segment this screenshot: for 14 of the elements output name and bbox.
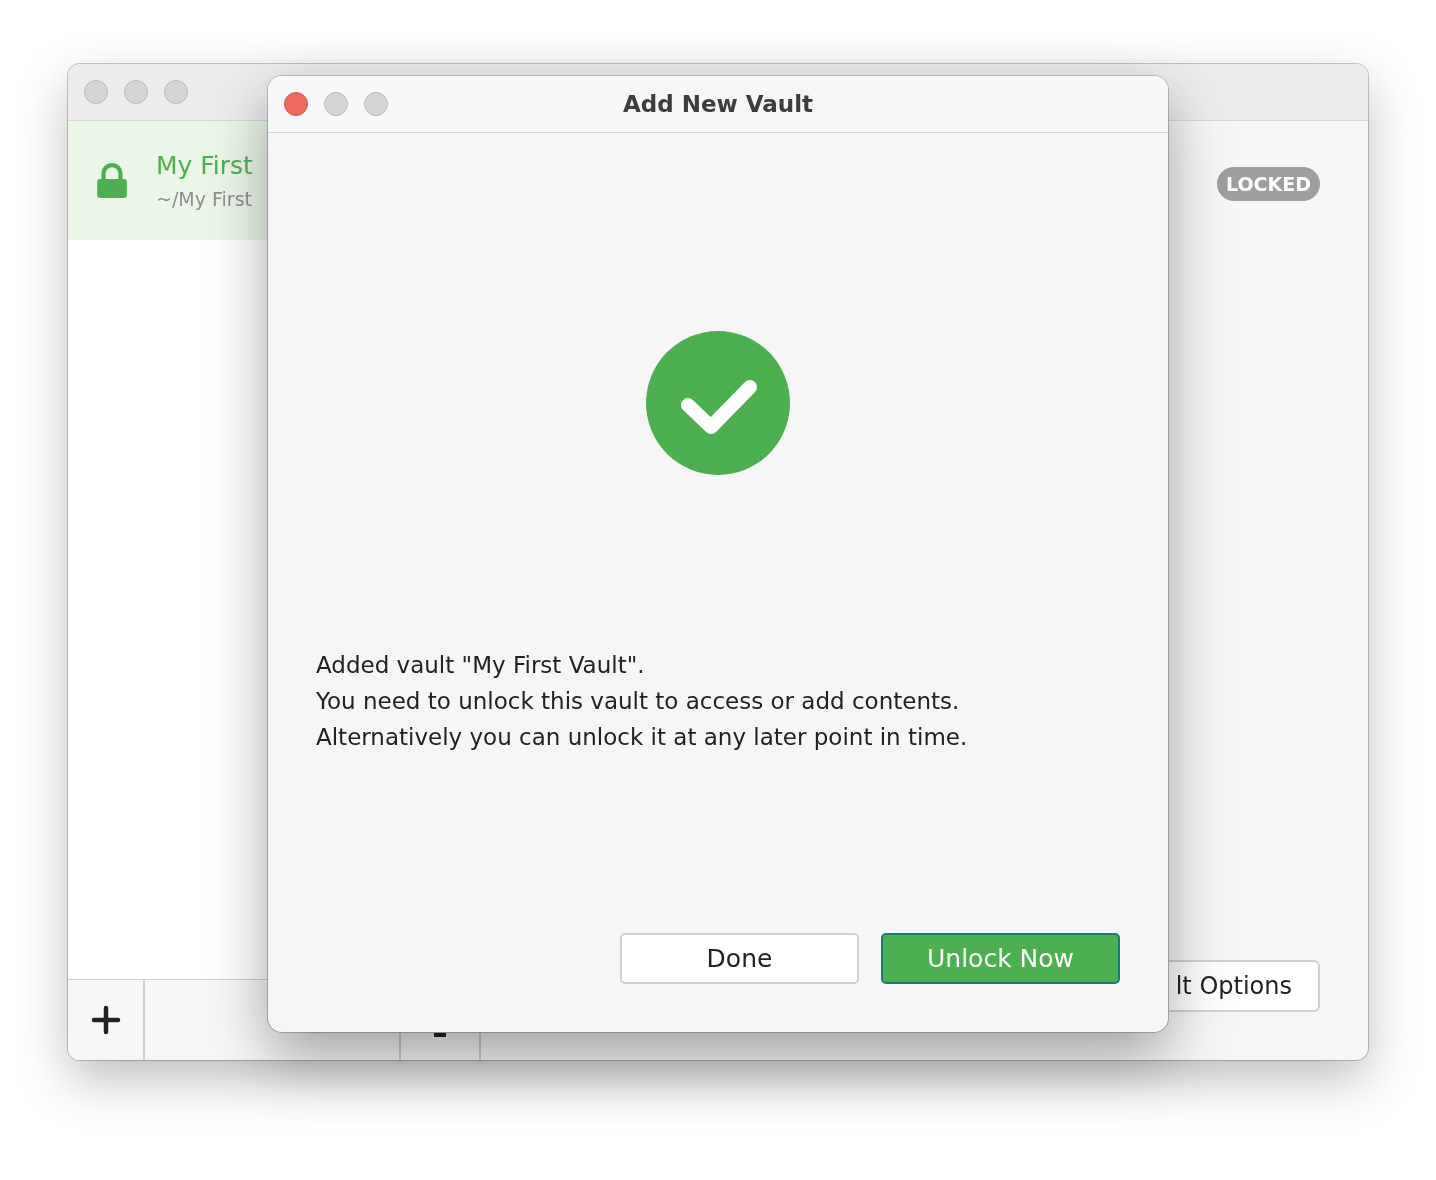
minimize-button[interactable] — [124, 80, 148, 104]
done-button[interactable]: Done — [620, 933, 859, 984]
status-badge: LOCKED — [1217, 167, 1320, 201]
zoom-button[interactable] — [164, 80, 188, 104]
close-button[interactable] — [84, 80, 108, 104]
dialog-title: Add New Vault — [622, 91, 814, 117]
checkmark-circle-icon — [646, 331, 790, 475]
plus-icon — [90, 1005, 121, 1035]
zoom-button[interactable] — [364, 92, 388, 116]
vault-name: My First — [156, 151, 253, 180]
dialog-message: Added vault "My First Vault". You need to unlock this vault to access or add contents. Alternatively you can unlock it at any later point in time. — [316, 651, 969, 752]
vault-path: ~/My First — [156, 188, 253, 210]
close-button[interactable] — [284, 92, 308, 116]
minimize-button[interactable] — [324, 92, 348, 116]
